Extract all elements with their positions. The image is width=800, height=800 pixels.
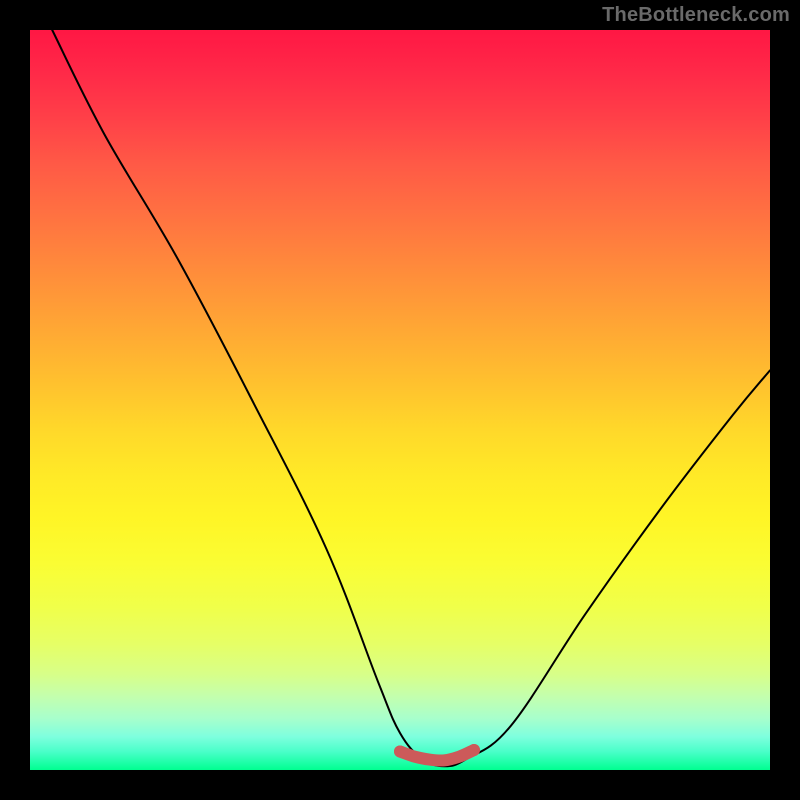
bottleneck-curve (52, 30, 770, 766)
chart-frame: TheBottleneck.com (0, 0, 800, 800)
highlight-start-dot (394, 746, 406, 758)
bottom-highlight (400, 750, 474, 761)
highlight-end-dot (468, 744, 480, 756)
attribution-label: TheBottleneck.com (602, 4, 790, 27)
curve-layer (30, 30, 770, 770)
